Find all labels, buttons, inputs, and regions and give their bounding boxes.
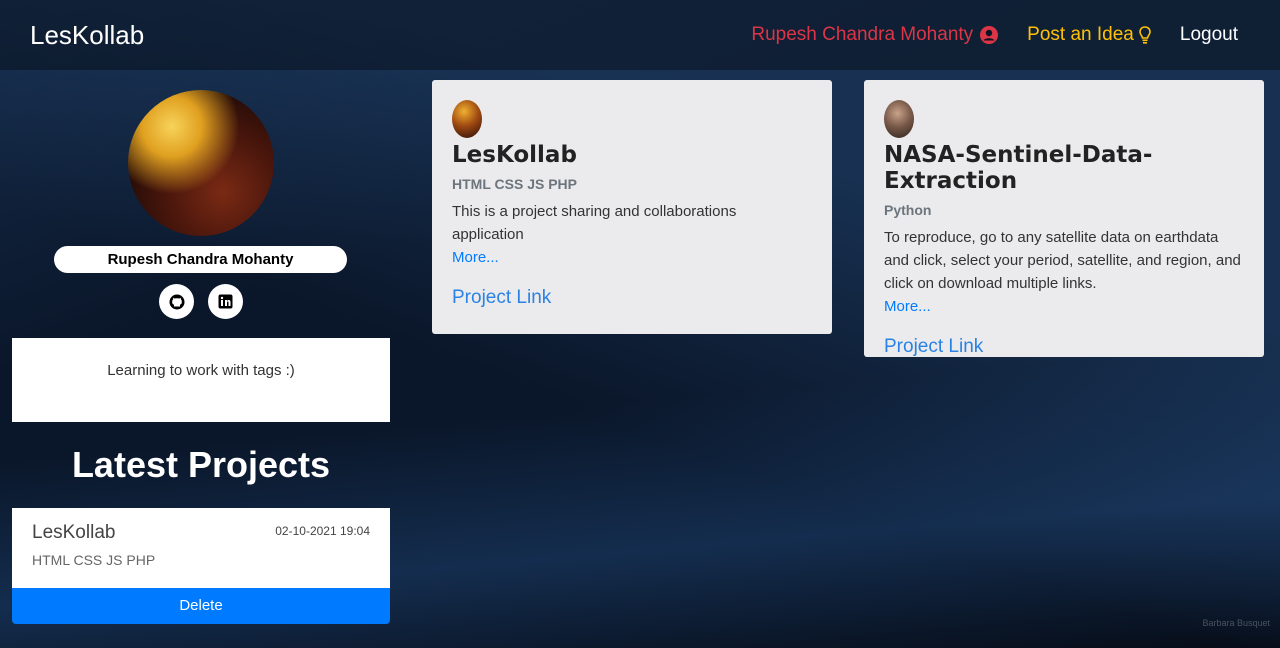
project-link[interactable]: Project Link xyxy=(452,287,812,309)
idea-description: To reproduce, go to any satellite data o… xyxy=(884,226,1244,318)
idea-more-link[interactable]: More... xyxy=(884,298,931,315)
idea-title: LesKollab xyxy=(452,142,577,168)
brand-logo[interactable]: LesKollab xyxy=(30,20,144,51)
linkedin-link[interactable] xyxy=(208,284,243,319)
idea-card: LesKollab HTML CSS JS PHP This is a proj… xyxy=(432,80,832,334)
idea-tags: HTML CSS JS PHP xyxy=(452,176,577,192)
idea-tags: Python xyxy=(884,202,932,218)
latest-project-date: 02-10-2021 19:04 xyxy=(275,524,370,538)
github-link[interactable] xyxy=(159,284,194,319)
github-icon xyxy=(169,294,184,309)
idea-description: This is a project sharing and collaborat… xyxy=(452,200,812,269)
bio-box: Learning to work with tags :) xyxy=(12,338,390,422)
idea-description-text: This is a project sharing and collaborat… xyxy=(452,203,737,243)
idea-author-avatar[interactable] xyxy=(884,100,914,138)
latest-project-card[interactable]: LesKollab HTML CSS JS PHP 02-10-2021 19:… xyxy=(12,508,390,588)
navbar: LesKollab Rupesh Chandra Mohanty Post an… xyxy=(0,0,1280,70)
nav-post-idea-link[interactable]: Post an Idea xyxy=(1027,24,1152,46)
idea-card: NASA-Sentinel-Data-Extraction Python To … xyxy=(864,80,1264,357)
linkedin-icon xyxy=(218,294,233,309)
delete-button[interactable]: Delete xyxy=(12,588,390,624)
project-link[interactable]: Project Link xyxy=(884,336,1244,358)
idea-title: NASA-Sentinel-Data-Extraction xyxy=(884,142,1153,194)
latest-project-tags: HTML CSS JS PHP xyxy=(32,552,156,568)
user-circle-icon xyxy=(980,26,999,44)
nav-links: Rupesh Chandra Mohanty Post an Idea Logo… xyxy=(751,24,1250,46)
logout-link[interactable]: Logout xyxy=(1180,24,1238,46)
nav-user-label: Rupesh Chandra Mohanty xyxy=(751,24,974,45)
bio-text: Learning to work with tags :) xyxy=(107,362,295,379)
nav-post-label: Post an Idea xyxy=(1027,24,1134,45)
lightbulb-icon xyxy=(1139,26,1151,44)
nav-user-link[interactable]: Rupesh Chandra Mohanty xyxy=(751,24,999,46)
idea-more-link[interactable]: More... xyxy=(452,249,499,266)
latest-projects-heading: Latest Projects xyxy=(71,444,331,485)
idea-author-avatar[interactable] xyxy=(452,100,482,138)
idea-description-text: To reproduce, go to any satellite data o… xyxy=(884,229,1241,292)
profile-name: Rupesh Chandra Mohanty xyxy=(54,246,347,273)
background-watermark: Barbara Busquet xyxy=(1202,618,1270,628)
profile-avatar xyxy=(128,90,274,236)
